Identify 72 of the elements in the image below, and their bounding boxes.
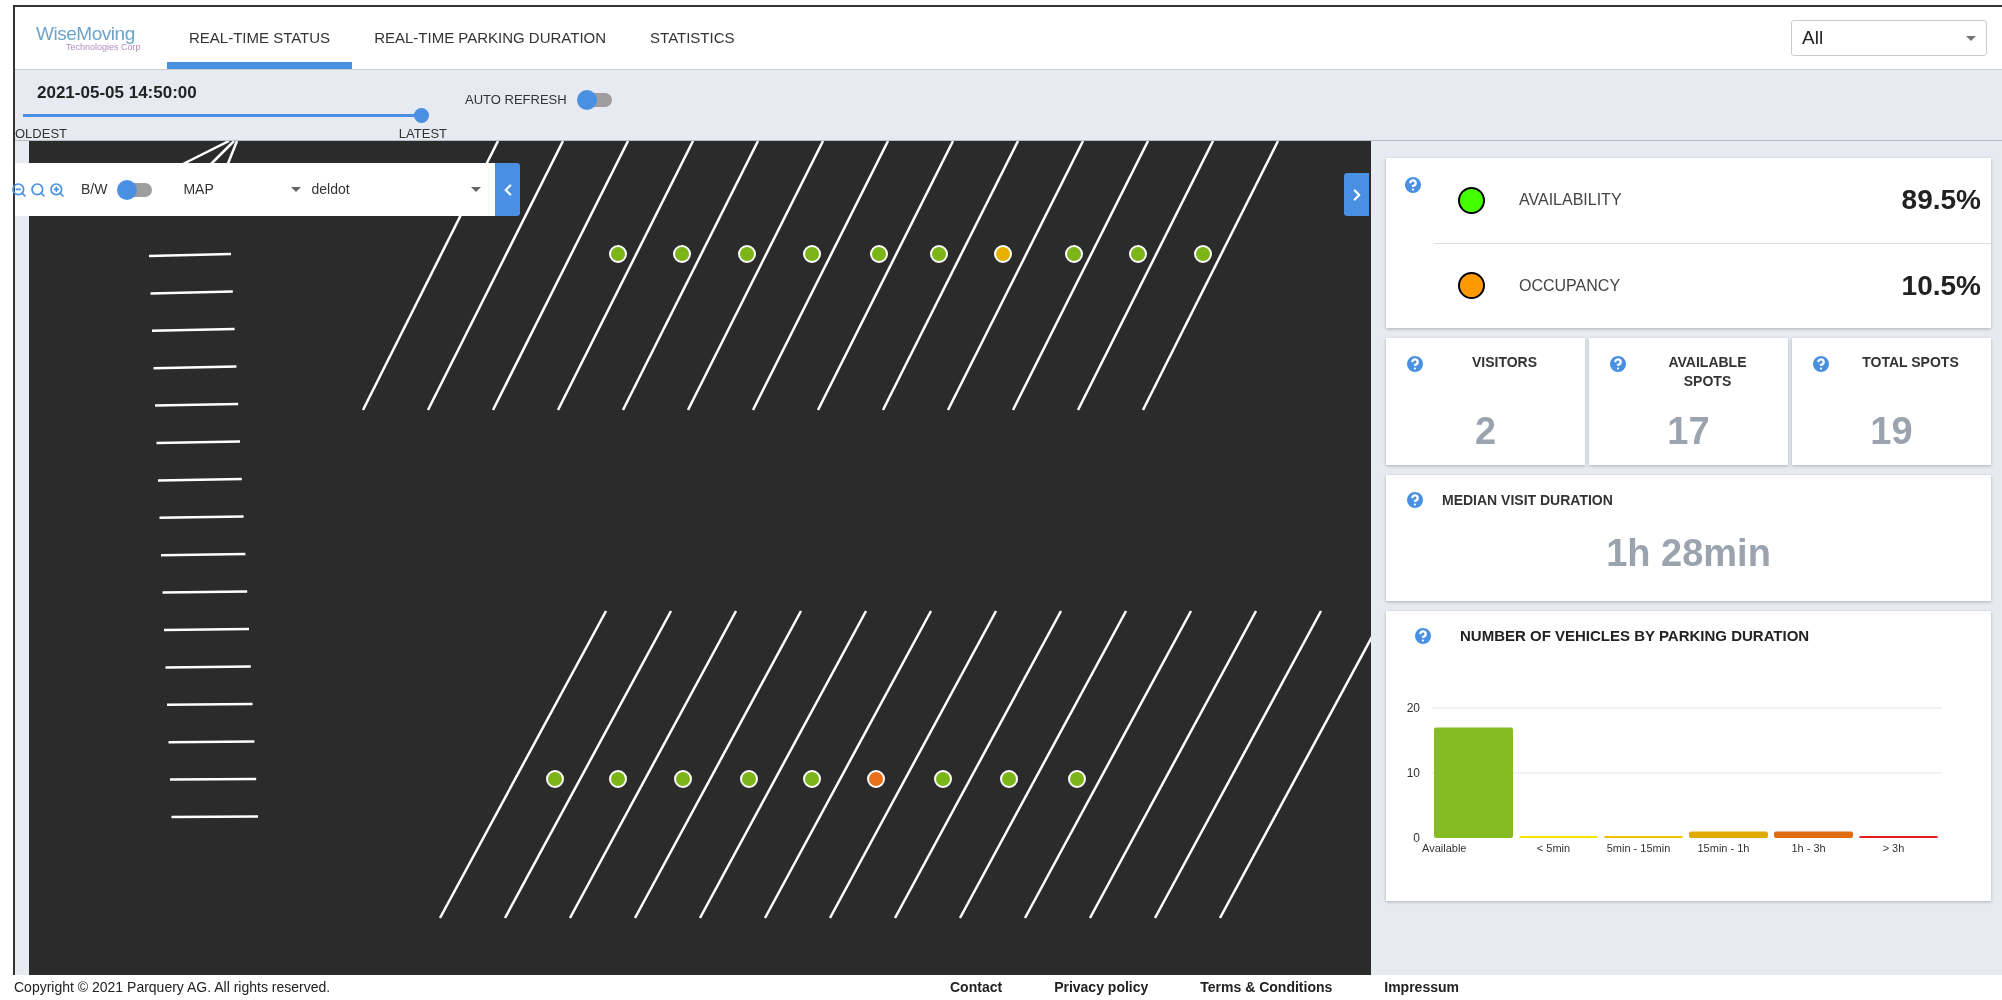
parking-spot-dot[interactable] bbox=[994, 245, 1012, 263]
rate-label: OCCUPANCY bbox=[1519, 275, 1621, 296]
help-icon[interactable] bbox=[1404, 489, 1426, 511]
logo-subtitle: Technologies Corp bbox=[66, 43, 141, 52]
rate-value: 89.5% bbox=[1901, 183, 1981, 218]
footer-link[interactable]: Terms & Conditions bbox=[1200, 977, 1333, 998]
axis-tick-label: 0 bbox=[1413, 830, 1420, 845]
nav-tab[interactable]: REAL-TIME PARKING DURATION bbox=[352, 7, 629, 69]
bw-toggle[interactable] bbox=[117, 179, 154, 200]
expand-panel-button[interactable] bbox=[1344, 173, 1369, 216]
zoom-out-icon[interactable] bbox=[11, 181, 27, 198]
stat-label: AVAILABLE SPOTS bbox=[1667, 353, 1748, 391]
auto-refresh-label: AUTO REFRESH bbox=[465, 91, 567, 110]
median-value: 1h 28min bbox=[1605, 531, 1772, 576]
parking-spot-dot[interactable] bbox=[1194, 245, 1212, 263]
parking-spot-dot[interactable] bbox=[674, 770, 692, 788]
parking-spot-dot[interactable] bbox=[738, 245, 756, 263]
slider-min-label: OLDEST bbox=[15, 124, 67, 143]
axis-tick-label: 10 bbox=[1406, 765, 1420, 780]
footer-link[interactable]: Privacy policy bbox=[1054, 977, 1149, 998]
parking-spot-dot[interactable] bbox=[1129, 245, 1147, 263]
bw-label: B/W bbox=[81, 180, 108, 199]
parking-spot-dot[interactable] bbox=[1068, 770, 1086, 788]
layer-dropdown[interactable]: MAP bbox=[183, 179, 302, 200]
caret-icon bbox=[471, 187, 482, 192]
copyright: Copyright © 2021 Parquery AG. All rights reserved. bbox=[14, 978, 332, 997]
stat-value: 2 bbox=[1473, 409, 1498, 454]
parking-spot-dot[interactable] bbox=[1065, 245, 1083, 263]
axis-category-label: < 5min bbox=[1536, 841, 1571, 854]
footer-link[interactable]: Contact bbox=[950, 977, 1003, 998]
axis-category-label: 1h - 3h bbox=[1791, 841, 1826, 854]
parking-spot-dot[interactable] bbox=[803, 770, 821, 788]
parking-spot-dot[interactable] bbox=[740, 770, 758, 788]
footer-link[interactable]: Impressum bbox=[1384, 977, 1459, 998]
stat-value: 19 bbox=[1869, 409, 1914, 454]
axis-tick-label: 20 bbox=[1406, 700, 1420, 715]
axis-category-label: > 3h bbox=[1882, 841, 1905, 854]
parking-spot-dot[interactable] bbox=[546, 770, 564, 788]
axis-category-label: 5min - 15min bbox=[1606, 841, 1671, 854]
help-icon[interactable] bbox=[1404, 353, 1426, 375]
time-slider[interactable] bbox=[23, 107, 427, 124]
parking-spot-dot[interactable] bbox=[673, 245, 691, 263]
chart-title: NUMBER OF VEHICLES BY PARKING DURATION bbox=[1460, 626, 1810, 646]
parking-spot-dot[interactable] bbox=[867, 770, 885, 788]
help-icon[interactable] bbox=[1607, 353, 1629, 375]
parking-spot-dot[interactable] bbox=[1000, 770, 1018, 788]
rate-value: 10.5% bbox=[1901, 268, 1981, 303]
parking-spot-dot[interactable] bbox=[609, 245, 627, 263]
stat-label: VISITORS bbox=[1470, 353, 1539, 372]
auto-refresh-toggle[interactable] bbox=[576, 90, 613, 110]
parking-spot-dot[interactable] bbox=[609, 770, 627, 788]
stat-value: 17 bbox=[1666, 409, 1711, 454]
zoom-in-icon[interactable] bbox=[49, 181, 65, 198]
help-icon[interactable] bbox=[1402, 174, 1424, 196]
parking-spot-dot[interactable] bbox=[934, 770, 952, 788]
median-label: MEDIAN VISIT DURATION bbox=[1442, 490, 1613, 510]
logo: WiseMoving bbox=[36, 24, 135, 43]
parking-spot-dot[interactable] bbox=[930, 245, 948, 263]
axis-category-label: 15min - 1h bbox=[1697, 841, 1750, 854]
caret-icon bbox=[291, 187, 302, 192]
timestamp: 2021-05-05 14:50:00 bbox=[37, 82, 198, 104]
caret-icon bbox=[1966, 35, 1976, 41]
rate-label: AVAILABILITY bbox=[1519, 190, 1622, 211]
slider-max-label: LATEST bbox=[398, 124, 447, 143]
help-icon[interactable] bbox=[1810, 353, 1832, 375]
nav-tab[interactable]: STATISTICS bbox=[628, 7, 757, 69]
axis-category-label: Available bbox=[1422, 841, 1467, 854]
source-dropdown[interactable]: deldot bbox=[311, 179, 482, 200]
stat-label: TOTAL SPOTS bbox=[1861, 353, 1960, 372]
filter-dropdown[interactable]: All bbox=[1791, 20, 1987, 56]
parking-spot-dot[interactable] bbox=[870, 245, 888, 263]
parking-spot-dot[interactable] bbox=[803, 245, 821, 263]
